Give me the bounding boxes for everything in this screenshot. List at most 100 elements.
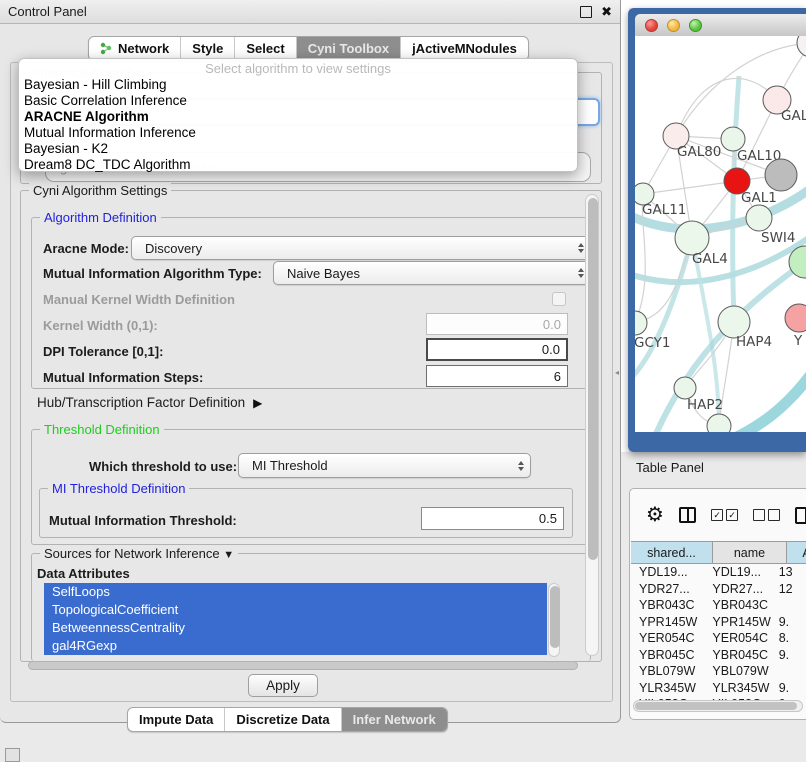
settings-scrollbar[interactable] [585,194,599,656]
export-table-icon[interactable] [795,507,806,524]
network-node-y[interactable] [785,304,806,332]
sources-group-title[interactable]: Sources for Network Inference ▼ [40,546,238,561]
tab-select[interactable]: Select [235,37,296,60]
manual-kernel-checkbox[interactable] [552,292,566,306]
data-attribute-item[interactable]: SelfLoops [44,583,547,601]
algorithm-option[interactable]: Dream8 DC_TDC Algorithm [19,157,577,173]
kernel-width-label: Kernel Width (0,1): [43,318,158,333]
tab-cyni-toolbox[interactable]: Cyni Toolbox [297,37,401,60]
gear-icon[interactable]: ⚙ [646,505,664,525]
combo-spinner-icon [518,461,524,471]
select-all-checkboxes-icon[interactable]: ✓✓ [711,509,738,521]
zoom-traffic-light[interactable] [689,19,702,32]
table-row[interactable]: YBR043CYBR043C [631,597,806,614]
aracne-mode-value: Discovery [145,241,202,256]
algorithm-popup-placeholder: Select algorithm to view settings [19,61,577,77]
tab-jactivemnodules[interactable]: jActiveMNodules [401,37,528,60]
node-label: SWI4 [761,230,796,246]
table-cell: YPR145W [631,615,704,629]
kernel-width-field[interactable]: 0.0 [426,313,568,335]
apply-button[interactable]: Apply [248,674,318,697]
combo-spinner-icon [578,243,584,253]
cyni-algorithm-settings-title: Cyni Algorithm Settings [29,183,171,198]
table-row[interactable]: YLR345WYLR345W9. [631,680,806,697]
algorithm-option[interactable]: Mutual Information Inference [19,125,577,141]
mi-type-label: Mutual Information Algorithm Type: [43,266,262,281]
columns-icon[interactable] [679,507,696,523]
table-cell: YBL079W [631,664,704,678]
table-horizontal-scrollbar[interactable] [633,700,803,712]
network-canvas[interactable]: GALGAL80GAL10GAL1SWI4GAL11GAL4GCY1HAP4YH… [635,36,806,432]
network-icon [100,42,113,55]
network-node[interactable] [797,36,806,57]
close-icon[interactable]: ✖ [601,7,612,17]
network-node[interactable] [707,414,731,432]
table-cell: 12 [771,582,806,596]
mi-steps-label: Mutual Information Steps: [43,370,203,385]
table-row[interactable]: YDR27...YDR27...12 [631,581,806,598]
which-threshold-combo[interactable]: MI Threshold [238,453,531,478]
tab-style[interactable]: Style [181,37,235,60]
table-cell: YLR345W [704,681,770,695]
tab-infer-network[interactable]: Infer Network [342,708,447,731]
data-attribute-item[interactable]: gal4RGexp [44,637,547,655]
mi-threshold-field[interactable]: 0.5 [421,507,564,530]
collapsed-panel-icon[interactable] [5,748,20,762]
hub-definition-label: Hub/Transcription Factor Definition [37,395,245,410]
node-label: GAL80 [677,144,721,160]
network-node-swi4[interactable] [746,205,772,231]
table-cell: 9. [771,648,806,662]
close-traffic-light[interactable] [645,19,658,32]
node-label: GAL4 [692,251,728,267]
table-cell: YPR145W [704,615,770,629]
column-header-1[interactable]: shared... [631,541,713,564]
tab-impute-data[interactable]: Impute Data [128,708,225,731]
table-cell: YER054C [704,631,770,645]
mi-type-combo[interactable]: Naive Bayes [273,261,591,285]
network-window-titlebar[interactable] [635,14,806,36]
node-label: GAL11 [642,202,686,218]
hub-definition-toggle[interactable]: Hub/Transcription Factor Definition▶ [37,395,262,410]
tab-network[interactable]: Network [89,37,181,60]
network-nodes[interactable]: GALGAL80GAL10GAL1SWI4GAL11GAL4GCY1HAP4YH… [635,36,806,432]
attribute-list-scrollbar[interactable] [548,583,560,657]
table-row[interactable]: YPR145WYPR145W9. [631,614,806,631]
table-row[interactable]: YER054CYER054C8. [631,630,806,647]
table-row[interactable]: YBL079WYBL079W [631,663,806,680]
minimize-traffic-light[interactable] [667,19,680,32]
network-node-hap2[interactable] [674,377,696,399]
network-node-gal4[interactable] [675,221,709,255]
apply-button-label: Apply [266,678,300,693]
algorithm-option[interactable]: Bayesian - K2 [19,141,577,157]
network-node[interactable] [765,159,797,191]
column-header-2[interactable]: name [713,541,787,564]
table-cell: YBR045C [704,648,770,662]
table-cell: 9. [771,681,806,695]
dpi-tolerance-value: 0.0 [542,342,560,357]
algorithm-option[interactable]: ARACNE Algorithm [19,109,577,125]
mi-steps-field[interactable]: 6 [426,365,568,387]
bottom-tabs: Impute DataDiscretize DataInfer Network [127,707,448,732]
app-root: Control Panel ✖ NetworkStyleSelectCyni T… [0,0,806,762]
column-header-3[interactable]: A [787,541,806,564]
data-attribute-item[interactable]: TopologicalCoefficient [44,601,547,619]
dpi-tolerance-field[interactable]: 0.0 [426,338,568,361]
float-window-icon[interactable] [580,6,592,18]
which-threshold-value: MI Threshold [252,458,328,473]
table-cell: 13 [771,565,806,579]
combo-spinner-icon [578,268,584,278]
settings-horizontal-scrollbar[interactable] [28,661,578,670]
table-row[interactable]: YDL19...YDL19...13 [631,564,806,581]
network-node-gcy1[interactable] [635,311,647,335]
algorithm-option[interactable]: Basic Correlation Inference [19,93,577,109]
table-cell: YDL19... [631,565,704,579]
deselect-all-checkboxes-icon[interactable] [753,509,780,521]
aracne-mode-combo[interactable]: Discovery [131,236,591,260]
control-panel-title: Control Panel [8,4,87,19]
tab-discretize-data[interactable]: Discretize Data [225,708,341,731]
table-cell: YBR043C [631,598,704,612]
table-row[interactable]: YBR045CYBR045C9. [631,647,806,664]
algorithm-option[interactable]: Bayesian - Hill Climbing [19,77,577,93]
panel-divider-handle[interactable]: ◂ [615,368,619,377]
data-attribute-item[interactable]: BetweennessCentrality [44,619,547,637]
